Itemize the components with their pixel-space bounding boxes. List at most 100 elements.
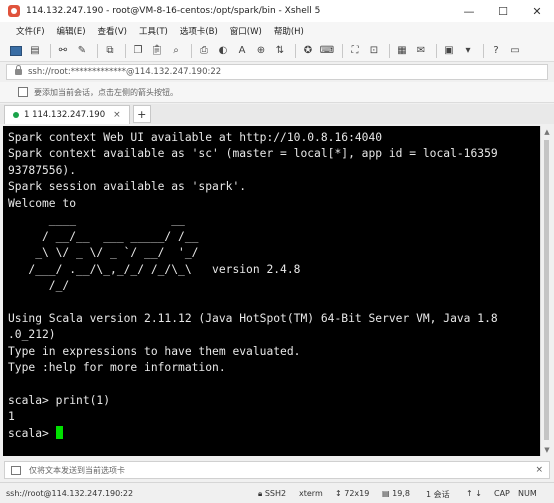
terminal-output[interactable]: Spark context Web UI available at http:/… bbox=[3, 126, 540, 456]
help-button[interactable]: ? bbox=[488, 43, 504, 59]
connect-button[interactable]: ⚯ bbox=[55, 43, 71, 59]
terminal-line: Type :help for more information. bbox=[8, 361, 226, 375]
terminal-cursor bbox=[55, 425, 63, 439]
print-button[interactable]: ⎙ bbox=[196, 43, 212, 59]
tab-session-1[interactable]: 1 114.132.247.190 × bbox=[4, 105, 130, 124]
font-button[interactable]: A bbox=[234, 43, 250, 59]
toolbar-separator bbox=[191, 43, 192, 58]
compose-bar[interactable]: 仅将文本发送到当前选项卡 × bbox=[4, 461, 550, 479]
tile-button[interactable]: ▦ bbox=[394, 43, 410, 59]
new-session-button[interactable] bbox=[8, 43, 24, 59]
menu-view[interactable]: 查看(V) bbox=[92, 25, 133, 37]
toolbar-separator bbox=[342, 43, 343, 58]
color-scheme-button[interactable]: ◐ bbox=[215, 43, 231, 59]
menu-window[interactable]: 窗口(W) bbox=[224, 25, 268, 37]
paste-icon: 📋︎ bbox=[150, 45, 164, 56]
layout-dropdown[interactable]: ▾ bbox=[460, 43, 476, 59]
chat-button[interactable]: ▭ bbox=[507, 43, 523, 59]
fullscreen-button[interactable]: ⛶ bbox=[347, 43, 363, 59]
lock-button[interactable]: ⊡ bbox=[366, 43, 382, 59]
tab-close-icon[interactable]: × bbox=[113, 110, 121, 120]
terminal-line: Spark session available as 'spark'. bbox=[8, 180, 247, 194]
session-hint-text: 要添加当前会话，点击左侧的箭头按钮。 bbox=[34, 87, 178, 97]
session-nav-icons[interactable]: ↑ ↓ bbox=[466, 489, 482, 498]
close-button[interactable]: ✕ bbox=[520, 0, 554, 22]
status-protocol: 🔒︎ SSH2 bbox=[258, 489, 287, 498]
find-button[interactable]: ⌕ bbox=[168, 43, 184, 59]
keyboard-icon: ⌨ bbox=[319, 45, 335, 56]
transfer-button[interactable]: ⇅ bbox=[272, 43, 288, 59]
status-bar: ssh://root@114.132.247.190:22 🔒︎ SSH2 xt… bbox=[0, 482, 554, 503]
terminal-scrollbar[interactable]: ▲ ▼ bbox=[540, 126, 552, 456]
paste-button[interactable]: 📋︎ bbox=[149, 43, 165, 59]
terminal-line: .0_212) bbox=[8, 328, 56, 342]
compose-icon: ✉ bbox=[416, 45, 426, 56]
terminal-line: Type in expressions to have them evaluat… bbox=[8, 344, 301, 358]
terminal-line: Welcome to bbox=[8, 196, 77, 210]
status-size-value: 72x19 bbox=[344, 489, 370, 498]
open-folder-button[interactable]: ▤ bbox=[27, 43, 43, 59]
terminal-line: ____ __ bbox=[8, 213, 185, 227]
globe-button[interactable]: ⊕ bbox=[253, 43, 269, 59]
layout-button[interactable]: ▣ bbox=[441, 43, 457, 59]
new-session-icon bbox=[10, 45, 22, 56]
disconnect-button[interactable]: ✎ bbox=[74, 43, 90, 59]
menu-tools[interactable]: 工具(T) bbox=[133, 25, 174, 37]
scroll-up-icon[interactable]: ▲ bbox=[543, 128, 551, 136]
properties-button[interactable]: ⧉ bbox=[102, 43, 118, 59]
toolbar: ▤ ⚯ ✎ ⧉ ❐ 📋︎ ⌕ ⎙ ◐ A ⊕ ⇅ ✪ ⌨ ⛶ ⊡ ▦ ✉ ▣ ▾… bbox=[0, 40, 554, 62]
folder-icon: ▤ bbox=[30, 45, 40, 56]
copy-icon: ❐ bbox=[133, 45, 143, 56]
compose-bar-text: 仅将文本发送到当前选项卡 bbox=[29, 465, 125, 475]
script-button[interactable]: ✪ bbox=[300, 43, 316, 59]
properties-icon: ⧉ bbox=[106, 45, 114, 56]
status-position-value: 19,8 bbox=[392, 489, 410, 498]
copy-button[interactable]: ❐ bbox=[130, 43, 146, 59]
terminal-line: 1 bbox=[8, 410, 15, 424]
keyboard-button[interactable]: ⌨ bbox=[319, 43, 335, 59]
tab-label: 1 114.132.247.190 bbox=[24, 110, 106, 120]
toolbar-separator bbox=[436, 43, 437, 58]
minimize-button[interactable]: — bbox=[452, 0, 486, 22]
toolbar-separator bbox=[483, 43, 484, 58]
terminal-prompt: scala> bbox=[8, 426, 56, 440]
status-position: ▤ 19,8 bbox=[382, 489, 410, 498]
palette-icon: ◐ bbox=[218, 45, 228, 56]
help-icon: ? bbox=[493, 45, 499, 56]
toolbar-separator bbox=[50, 43, 51, 58]
session-hint-bar: 要添加当前会话，点击左侧的箭头按钮。 bbox=[0, 82, 554, 103]
terminal-prompt-line: scala> bbox=[8, 425, 540, 442]
transfer-icon: ⇅ bbox=[275, 45, 285, 56]
chat-icon: ▭ bbox=[510, 45, 520, 56]
status-caps: CAP bbox=[494, 489, 510, 498]
chevron-down-icon: ▾ bbox=[465, 45, 471, 56]
tile-icon: ▦ bbox=[397, 45, 407, 56]
menu-bar: 文件(F) 编辑(E) 查看(V) 工具(T) 选项卡(B) 窗口(W) 帮助(… bbox=[0, 22, 554, 40]
search-icon: ⌕ bbox=[173, 45, 179, 56]
printer-icon: ⎙ bbox=[200, 45, 208, 56]
fullscreen-icon: ⛶ bbox=[351, 45, 359, 56]
status-num: NUM bbox=[518, 489, 537, 498]
session-arrow-icon[interactable] bbox=[18, 87, 28, 97]
terminal-line: Spark context available as 'sc' (master … bbox=[8, 147, 498, 161]
scroll-down-icon[interactable]: ▼ bbox=[543, 446, 551, 454]
lock-icon bbox=[15, 65, 22, 75]
menu-edit[interactable]: 编辑(E) bbox=[51, 25, 92, 37]
maximize-button[interactable]: ☐ bbox=[486, 0, 520, 22]
status-terminal-type: xterm bbox=[299, 489, 323, 498]
toolbar-separator bbox=[97, 43, 98, 58]
menu-tabs[interactable]: 选项卡(B) bbox=[174, 25, 224, 37]
address-bar[interactable]: ssh://root:*************@114.132.247.190… bbox=[6, 64, 548, 80]
menu-file[interactable]: 文件(F) bbox=[10, 25, 51, 37]
compose-button[interactable]: ✉ bbox=[413, 43, 429, 59]
layout-icon: ▣ bbox=[444, 45, 454, 56]
terminal-line: Using Scala version 2.11.12 (Java HotSpo… bbox=[8, 311, 498, 325]
terminal-line: /_/ bbox=[8, 278, 70, 292]
status-connection: ssh://root@114.132.247.190:22 bbox=[6, 488, 134, 498]
scroll-thumb[interactable] bbox=[544, 140, 549, 440]
compose-close-icon[interactable]: × bbox=[535, 465, 543, 475]
add-tab-button[interactable]: + bbox=[132, 105, 151, 123]
menu-help[interactable]: 帮助(H) bbox=[268, 25, 310, 37]
script-icon: ✪ bbox=[303, 45, 313, 56]
